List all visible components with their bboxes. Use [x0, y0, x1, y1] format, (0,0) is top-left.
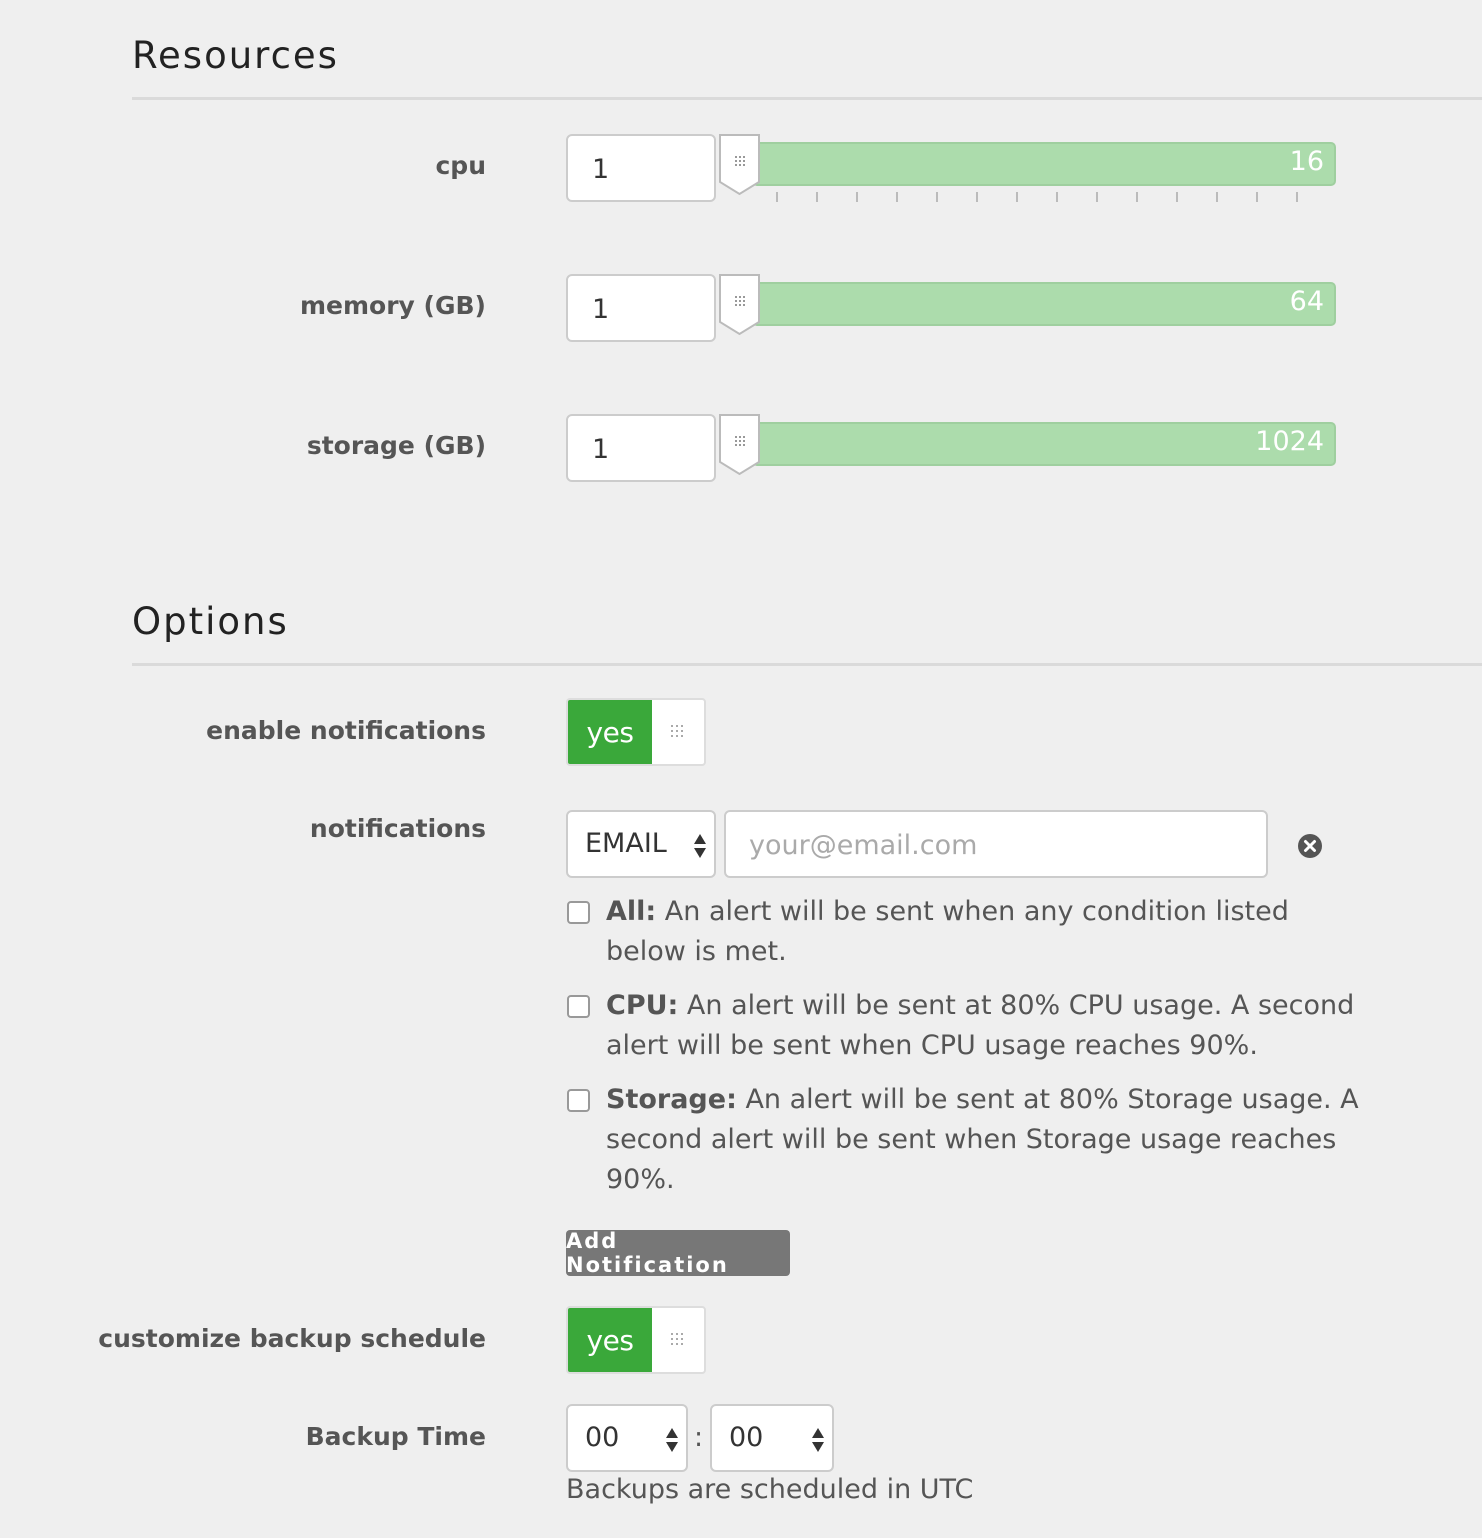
alert-cpu-title: CPU:	[606, 990, 679, 1021]
notification-channel-select[interactable]: EMAIL	[566, 810, 716, 878]
slider-tick	[936, 192, 938, 202]
close-circle-icon[interactable]	[1297, 833, 1323, 859]
time-separator: :	[694, 1422, 704, 1453]
enable-notifications-label: enable notifications	[206, 716, 486, 745]
storage-slider-track[interactable]: 1024	[752, 422, 1336, 466]
notification-channel-value: EMAIL	[585, 828, 667, 859]
options-heading: Options	[132, 600, 289, 643]
storage-label: storage (GB)	[306, 431, 486, 460]
cpu-label: cpu	[435, 151, 486, 180]
backup-schedule-toggle[interactable]: yes	[566, 1306, 706, 1374]
backup-schedule-label: customize backup schedule	[98, 1324, 486, 1353]
slider-tick	[1056, 192, 1058, 202]
storage-slider-handle[interactable]	[719, 414, 760, 476]
slider-tick	[1216, 192, 1218, 202]
memory-slider-handle[interactable]	[719, 274, 760, 336]
slider-tick	[1296, 192, 1298, 202]
alert-cpu-text: CPU: An alert will be sent at 80% CPU us…	[606, 986, 1366, 1066]
backup-minute-value: 00	[729, 1422, 764, 1453]
toggle-on-label: yes	[568, 1308, 652, 1372]
memory-slider-track[interactable]: 64	[752, 282, 1336, 326]
notifications-label: notifications	[309, 814, 486, 843]
grip-icon	[671, 1333, 683, 1345]
add-notification-button[interactable]: Add Notification	[566, 1229, 790, 1277]
options-divider	[132, 663, 1482, 666]
alert-storage-text: Storage: An alert will be sent at 80% St…	[606, 1080, 1366, 1200]
select-arrows-icon	[812, 1428, 824, 1452]
storage-slider-max: 1024	[1255, 426, 1324, 457]
cpu-slider-ticks	[776, 192, 1300, 204]
enable-notifications-toggle[interactable]: yes	[566, 698, 706, 766]
backup-hour-select[interactable]: 00	[566, 1404, 688, 1472]
slider-tick	[1016, 192, 1018, 202]
slider-tick	[1176, 192, 1178, 202]
cpu-input[interactable]: 1	[566, 134, 716, 202]
slider-tick	[776, 192, 778, 202]
backup-minute-select[interactable]: 00	[710, 1404, 834, 1472]
toggle-on-label: yes	[568, 700, 652, 764]
alert-all-title: All:	[606, 896, 657, 927]
slider-tick	[1096, 192, 1098, 202]
backup-hour-value: 00	[585, 1422, 620, 1453]
grip-icon	[671, 725, 683, 737]
slider-handle-icon	[719, 274, 760, 336]
slider-tick	[816, 192, 818, 202]
cpu-slider-max: 16	[1289, 146, 1324, 177]
select-arrows-icon	[666, 1428, 678, 1452]
alert-cpu-description: An alert will be sent at 80% CPU usage. …	[606, 990, 1355, 1061]
slider-tick	[856, 192, 858, 202]
slider-handle-icon	[719, 414, 760, 476]
storage-input[interactable]: 1	[566, 414, 716, 482]
cpu-slider-track[interactable]: 16	[752, 142, 1336, 186]
memory-input[interactable]: 1	[566, 274, 716, 342]
alert-storage-title: Storage:	[606, 1084, 737, 1115]
email-input[interactable]: your@email.com	[724, 810, 1268, 878]
select-arrows-icon	[694, 834, 706, 858]
resources-divider	[132, 97, 1482, 100]
alert-all-text: All: An alert will be sent when any cond…	[606, 892, 1366, 972]
slider-tick	[896, 192, 898, 202]
resources-heading: Resources	[132, 34, 339, 77]
backup-time-label: Backup Time	[305, 1422, 486, 1451]
alert-storage-checkbox[interactable]	[567, 1089, 590, 1112]
alert-all-description: An alert will be sent when any condition…	[606, 896, 1289, 967]
alert-all-checkbox[interactable]	[567, 901, 590, 924]
cpu-slider-handle[interactable]	[719, 134, 760, 196]
slider-tick	[1256, 192, 1258, 202]
slider-handle-icon	[719, 134, 760, 196]
slider-tick	[1136, 192, 1138, 202]
alert-cpu-checkbox[interactable]	[567, 995, 590, 1018]
slider-tick	[976, 192, 978, 202]
memory-slider-max: 64	[1289, 286, 1324, 317]
memory-label: memory (GB)	[300, 291, 486, 320]
backup-utc-hint: Backups are scheduled in UTC	[566, 1474, 974, 1505]
